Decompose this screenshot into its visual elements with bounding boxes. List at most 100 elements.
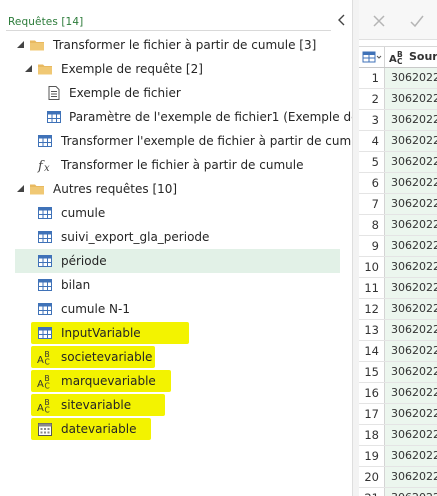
table-row: 73062022- — [359, 194, 437, 215]
table-row: 143062022- — [359, 341, 437, 362]
row-number[interactable]: 20 — [359, 467, 385, 487]
tree-item-q-transformer-exemple[interactable]: Transformer l'exemple de fichier à parti… — [0, 129, 370, 153]
tree-item-q-exemple-fichier[interactable]: Exemple de fichier — [0, 81, 352, 105]
table-cell[interactable]: 3062022- — [385, 488, 437, 496]
tree-item-q-marquevariable[interactable]: A B C marquevariable — [0, 369, 352, 393]
tree-item-q-parametre[interactable]: Paramètre de l'exemple de fichier1 (Exem… — [0, 105, 381, 129]
column-header[interactable]: A B C Sour — [385, 47, 437, 67]
table-cell[interactable]: 3062022- — [385, 320, 437, 340]
table-row: 13062022- — [359, 68, 437, 89]
tree-item-q-suivi[interactable]: suivi_export_gla_periode — [0, 225, 352, 249]
table-cell[interactable]: 3062022- — [385, 131, 437, 151]
folder-icon — [29, 37, 45, 53]
table-cell[interactable]: 3062022- — [385, 215, 437, 235]
table-row: 213062022- — [359, 488, 437, 496]
row-number[interactable]: 4 — [359, 131, 385, 151]
row-number[interactable]: 14 — [359, 341, 385, 361]
tree-item-q-inputvariable[interactable]: InputVariable — [0, 321, 352, 345]
tree-item-label: datevariable — [61, 422, 137, 436]
tree-group-grp-transformer[interactable]: Transformer le fichier à partir de cumul… — [0, 33, 352, 57]
row-number[interactable]: 2 — [359, 89, 385, 109]
tree-item-q-sitevariable[interactable]: A B C sitevariable — [0, 393, 352, 417]
tree-item-q-periode[interactable]: période — [15, 249, 340, 273]
row-number[interactable]: 18 — [359, 425, 385, 445]
tree-item-q-bilan[interactable]: bilan — [0, 273, 352, 297]
close-icon[interactable] — [371, 13, 387, 29]
table-cell[interactable]: 3062022- — [385, 278, 437, 298]
expand-triangle-icon[interactable] — [16, 33, 26, 57]
row-number[interactable]: 9 — [359, 236, 385, 256]
tree-item-q-transformer-fichier[interactable]: f x Transformer le fichier à partir de cum… — [0, 153, 352, 177]
tree-item-label: Exemple de requête [2] — [61, 62, 203, 76]
expand-triangle-icon[interactable] — [16, 177, 26, 201]
table-cell[interactable]: 3062022- — [385, 362, 437, 382]
table-cell[interactable]: 3062022- — [385, 236, 437, 256]
tree-group-grp-exemple[interactable]: Exemple de requête [2] — [0, 57, 352, 81]
tree-item-label: sitevariable — [61, 398, 132, 412]
chevron-left-icon — [338, 14, 345, 26]
tree-group-grp-autres[interactable]: Autres requêtes [10] — [0, 177, 352, 201]
grid-header: A B C Sour — [359, 46, 437, 68]
svg-text:C: C — [397, 57, 403, 65]
table-cell[interactable]: 3062022- — [385, 467, 437, 487]
table-cell[interactable]: 3062022- — [385, 383, 437, 403]
collapse-pane-button[interactable] — [335, 11, 349, 29]
row-number[interactable]: 15 — [359, 362, 385, 382]
row-number[interactable]: 19 — [359, 446, 385, 466]
tree-item-label: marquevariable — [61, 374, 156, 388]
table-icon — [37, 253, 53, 269]
pane-splitter[interactable] — [352, 0, 359, 496]
row-number[interactable]: 3 — [359, 110, 385, 130]
table-row: 93062022- — [359, 236, 437, 257]
table-icon — [46, 109, 62, 125]
table-cell[interactable]: 3062022- — [385, 110, 437, 130]
table-cell[interactable]: 3062022- — [385, 404, 437, 424]
table-menu-button[interactable] — [359, 47, 385, 67]
table-cell[interactable]: 3062022- — [385, 173, 437, 193]
row-number[interactable]: 6 — [359, 173, 385, 193]
table-cell[interactable]: 3062022- — [385, 446, 437, 466]
row-number[interactable]: 13 — [359, 320, 385, 340]
table-cell[interactable]: 3062022- — [385, 89, 437, 109]
tree-item-label: période — [61, 254, 107, 268]
text-type-icon: ABC — [37, 373, 53, 391]
table-cell[interactable]: 3062022- — [385, 257, 437, 277]
tree-item-q-datevariable[interactable]: datevariable — [0, 417, 352, 441]
row-number[interactable]: 21 — [359, 488, 385, 496]
tree-item-label: suivi_export_gla_periode — [61, 230, 210, 244]
query-tree: Transformer le fichier à partir de cumul… — [0, 33, 381, 441]
tree-item-q-cumule[interactable]: cumule — [0, 201, 352, 225]
table-cell[interactable]: 3062022- — [385, 194, 437, 214]
table-row: 83062022- — [359, 215, 437, 236]
table-row: 203062022- — [359, 467, 437, 488]
row-number[interactable]: 12 — [359, 299, 385, 319]
check-icon[interactable] — [409, 13, 425, 29]
row-number[interactable]: 8 — [359, 215, 385, 235]
table-row: 183062022- — [359, 425, 437, 446]
svg-text:C: C — [45, 406, 50, 414]
row-number[interactable]: 11 — [359, 278, 385, 298]
table-cell[interactable]: 3062022- — [385, 152, 437, 172]
expand-triangle-icon[interactable] — [24, 57, 34, 81]
row-number[interactable]: 10 — [359, 257, 385, 277]
table-row: 23062022- — [359, 89, 437, 110]
document-icon — [46, 85, 62, 101]
table-cell[interactable]: 3062022- — [385, 68, 437, 88]
tree-item-label: Transformer le fichier à partir de cumul… — [61, 158, 304, 172]
row-number[interactable]: 7 — [359, 194, 385, 214]
row-number[interactable]: 16 — [359, 383, 385, 403]
table-cell[interactable]: 3062022- — [385, 299, 437, 319]
tree-item-q-societevariable[interactable]: A B C societevariable — [0, 345, 352, 369]
table-cell[interactable]: 3062022- — [385, 425, 437, 445]
table-cell[interactable]: 3062022- — [385, 341, 437, 361]
tree-item-q-cumule-n1[interactable]: cumule N-1 — [0, 297, 352, 321]
column-header-label: Sour — [409, 50, 437, 63]
tree-item-label: Transformer l'exemple de fichier à parti… — [61, 134, 370, 148]
table-row: 173062022- — [359, 404, 437, 425]
tree-item-label: bilan — [61, 278, 91, 292]
tree-item-label: cumule — [61, 206, 106, 220]
row-number[interactable]: 5 — [359, 152, 385, 172]
row-number[interactable]: 1 — [359, 68, 385, 88]
svg-text:A: A — [37, 379, 44, 389]
row-number[interactable]: 17 — [359, 404, 385, 424]
